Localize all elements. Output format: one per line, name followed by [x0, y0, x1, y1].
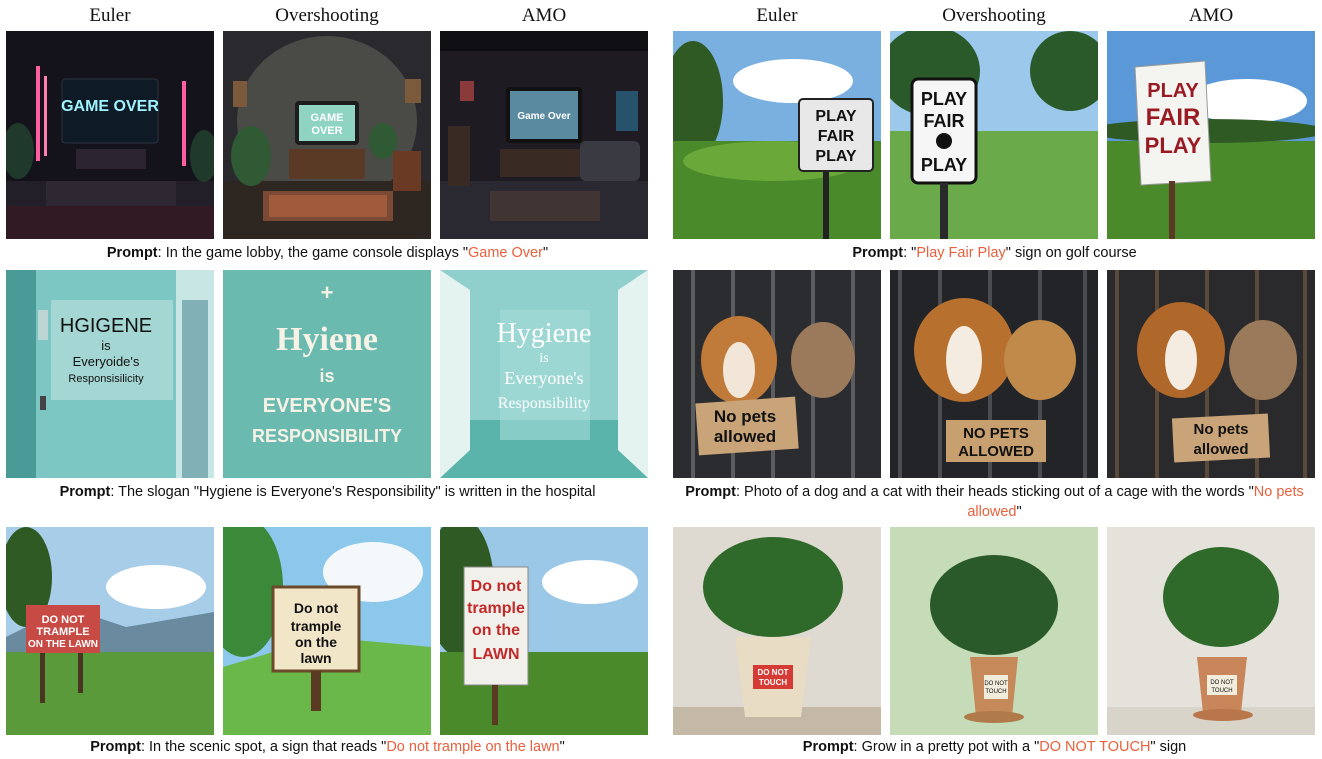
- svg-text:NO PETS: NO PETS: [963, 425, 1029, 442]
- svg-text:RESPONSIBILITY: RESPONSIBILITY: [252, 426, 402, 446]
- svg-text:EVERYONE'S: EVERYONE'S: [263, 395, 392, 417]
- row-game-over: GAME OVER GAME OVER Game Over Prompt: In…: [0, 31, 655, 269]
- caption-hygiene: Prompt: The slogan "Hygiene is Everyone'…: [59, 484, 596, 500]
- svg-text:TOUCH: TOUCH: [985, 689, 1006, 695]
- svg-text:is: is: [319, 366, 334, 386]
- svg-text:lawn: lawn: [300, 650, 331, 666]
- svg-text:ALLOWED: ALLOWED: [958, 443, 1034, 460]
- svg-text:Do not: Do not: [294, 600, 339, 616]
- caption-play-fair: Prompt: "Play Fair Play" sign on golf co…: [852, 245, 1137, 261]
- svg-text:PLAY: PLAY: [1147, 80, 1199, 102]
- svg-text:PLAY: PLAY: [815, 108, 857, 125]
- svg-text:trample: trample: [291, 618, 342, 634]
- image-overshooting-no-pets: NO PETS ALLOWED: [890, 270, 1098, 478]
- image-overshooting-play-fair: PLAY FAIR PLAY: [890, 31, 1098, 239]
- column-header-euler: Euler: [89, 5, 131, 26]
- svg-text:GAME: GAME: [311, 112, 344, 124]
- svg-text:on the: on the: [295, 634, 337, 650]
- column-headers: Euler Overshooting AMO: [0, 4, 655, 28]
- svg-text:No pets: No pets: [1193, 421, 1248, 438]
- caption-lawn: Prompt: In the scenic spot, a sign that …: [90, 739, 565, 755]
- svg-text:Everyoide's: Everyoide's: [73, 354, 140, 369]
- prompt-text: In the game lobby, the game console disp…: [165, 245, 469, 261]
- image-amo-game-over: Game Over: [440, 31, 648, 239]
- svg-text:PLAY: PLAY: [921, 155, 967, 175]
- svg-text:allowed: allowed: [1193, 441, 1248, 458]
- column-header-amo: AMO: [521, 5, 567, 26]
- svg-text:FAIR: FAIR: [1146, 104, 1201, 131]
- svg-text:PLAY: PLAY: [1145, 133, 1202, 158]
- svg-text:Responsisilicity: Responsisilicity: [68, 373, 144, 385]
- row-play-fair-play: PLAY FAIR PLAY PLAY FAIR PLAY PLAY FAIR …: [667, 31, 1322, 269]
- svg-text:is: is: [539, 351, 548, 366]
- prompt-highlight: Game Over: [468, 245, 543, 261]
- caption-game-over: Prompt: In the game lobby, the game cons…: [106, 245, 549, 261]
- svg-text:PLAY: PLAY: [815, 148, 857, 165]
- image-overshooting-game-over: GAME OVER: [223, 31, 431, 239]
- svg-text:TRAMPLE: TRAMPLE: [36, 626, 89, 638]
- caption-no-pets: Prompt: Photo of a dog and a cat with th…: [685, 484, 1304, 520]
- svg-text:PLAY: PLAY: [921, 89, 967, 109]
- column-header-amo-right: AMO: [1188, 5, 1234, 26]
- column-header-euler-right: Euler: [756, 5, 798, 26]
- row-lawn: DO NOT TRAMPLE ON THE LAWN Do not trampl…: [0, 527, 655, 759]
- svg-text:allowed: allowed: [714, 427, 776, 446]
- svg-text:ON THE LAWN: ON THE LAWN: [28, 639, 98, 650]
- image-euler-hygiene: HGIGENE is Everyoide's Responsisilicity: [6, 270, 214, 478]
- row-no-pets: No pets allowed NO PETS ALLOWED No pets …: [667, 270, 1322, 525]
- svg-text:Do not: Do not: [471, 578, 522, 595]
- image-overshooting-hygiene: + Hyiene is EVERYONE'S RESPONSIBILITY: [223, 270, 431, 478]
- image-amo-no-pets: No pets allowed: [1107, 270, 1315, 478]
- image-overshooting-do-not-touch: DO NOT TOUCH: [890, 527, 1098, 735]
- image-amo-lawn: Do not trample on the LAWN: [440, 527, 648, 735]
- svg-text:+: +: [321, 280, 334, 305]
- image-overshooting-lawn: Do not trample on the lawn: [223, 527, 431, 735]
- image-amo-do-not-touch: DO NOT TOUCH: [1107, 527, 1315, 735]
- prompt-label: Prompt: [106, 245, 158, 261]
- svg-text:is: is: [101, 338, 111, 353]
- column-header-overshooting: Overshooting: [275, 5, 379, 26]
- image-euler-do-not-touch: DO NOT TOUCH: [673, 527, 881, 735]
- row-do-not-touch: DO NOT TOUCH DO NOT TOUCH DO NOT TOUCH P…: [667, 527, 1322, 759]
- svg-text:TOUCH: TOUCH: [1211, 688, 1232, 694]
- left-panel: Euler Overshooting AMO GAME OVER GAME OV…: [0, 0, 655, 759]
- column-header-overshooting-right: Overshooting: [942, 5, 1046, 26]
- image-amo-hygiene: Hygiene is Everyone's Responsibility: [440, 270, 648, 478]
- svg-text:LAWN: LAWN: [472, 646, 519, 663]
- image-amo-play-fair: PLAY FAIR PLAY: [1107, 31, 1315, 239]
- svg-text:Responsibility: Responsibility: [498, 395, 590, 412]
- image-euler-play-fair: PLAY FAIR PLAY: [673, 31, 881, 239]
- svg-text:trample: trample: [467, 600, 525, 617]
- image-euler-lawn: DO NOT TRAMPLE ON THE LAWN: [6, 527, 214, 735]
- svg-text:TOUCH: TOUCH: [759, 678, 788, 687]
- svg-text:OVER: OVER: [311, 125, 342, 137]
- svg-text:Hygiene: Hygiene: [497, 318, 592, 349]
- svg-text:DO NOT: DO NOT: [42, 614, 85, 626]
- caption-do-not-touch: Prompt: Grow in a pretty pot with a "DO …: [802, 739, 1187, 755]
- right-panel: Euler Overshooting AMO PLAY FAIR PLAY PL…: [667, 0, 1322, 759]
- svg-text:HGIGENE: HGIGENE: [60, 315, 152, 337]
- svg-text:DO NOT: DO NOT: [984, 681, 1008, 687]
- sign-euler-game-over: GAME OVER: [61, 98, 159, 115]
- svg-text:Everyone's: Everyone's: [504, 368, 583, 388]
- svg-text:on the: on the: [472, 622, 520, 639]
- column-headers-right: Euler Overshooting AMO: [667, 4, 1322, 28]
- row-hygiene: HGIGENE is Everyoide's Responsisilicity …: [0, 270, 655, 520]
- svg-text:Game Over: Game Over: [517, 111, 570, 122]
- svg-text:DO NOT: DO NOT: [1210, 680, 1234, 686]
- svg-text:Hyiene: Hyiene: [276, 321, 378, 358]
- svg-text:No pets: No pets: [714, 407, 776, 426]
- svg-text:FAIR: FAIR: [818, 128, 855, 145]
- svg-text:FAIR: FAIR: [923, 111, 964, 131]
- prompt-suffix: ": [542, 245, 549, 261]
- image-euler-game-over: GAME OVER: [6, 31, 214, 239]
- image-euler-no-pets: No pets allowed: [673, 270, 881, 478]
- svg-text:DO NOT: DO NOT: [757, 668, 788, 677]
